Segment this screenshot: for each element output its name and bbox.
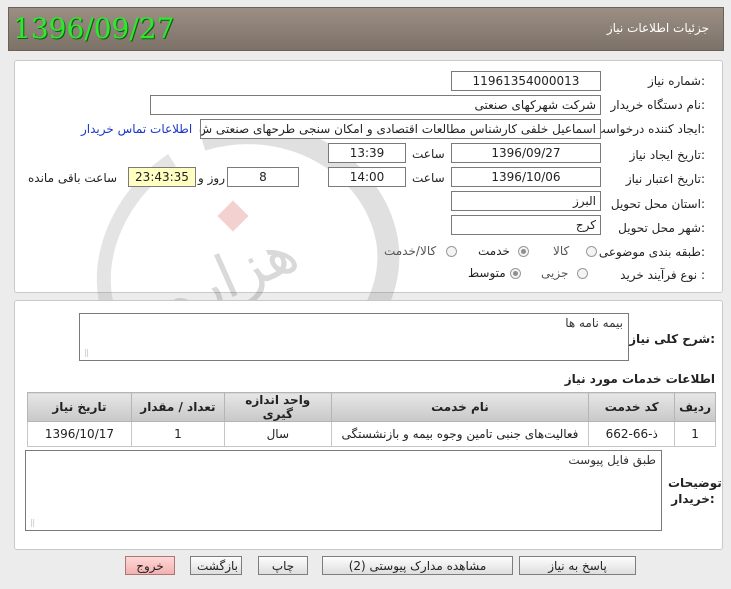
buyer-notes-textarea[interactable]: طبق فایل پیوست [25,450,662,531]
description-textarea[interactable]: بیمه نامه ها [79,313,629,361]
back-button[interactable]: بازگشت [190,556,242,575]
description-label: شرح کلی نیاز: [629,332,715,346]
process-minor-label: جزیی [541,266,569,280]
date-stamp: 1396/09/27 [13,12,175,45]
city-label: شهر محل تحویل: [618,221,705,235]
cell-qty: 1 [130,421,225,447]
print-button[interactable]: چاپ [258,556,308,575]
view-attachments-button[interactable]: مشاهده مدارک پیوستی (2) [322,556,513,575]
validity-time-field[interactable]: 14:00 [328,167,406,187]
process-medium-label: متوسط [468,266,506,280]
cell-date: 1396/10/17 [27,421,132,447]
cell-code: ذ-66-662 [588,421,676,447]
requester-field[interactable]: اسماعیل خلفی کارشناس مطالعات اقتصادی و ا… [200,119,601,139]
services-title: اطلاعات خدمات مورد نیاز [564,372,715,386]
days-remaining-field[interactable]: 8 [227,167,299,187]
created-time-label: ساعت [412,147,445,161]
buyer-org-field[interactable]: شرکت شهرکهای صنعتی [150,95,601,115]
category-label: طبقه بندی موضوعی: [598,245,705,259]
process-medium-radio[interactable] [510,268,521,279]
buyer-contact-link[interactable]: اطلاعات تماس خریدار [81,122,192,136]
province-label: استان محل تحویل: [610,197,705,211]
created-date-field[interactable]: 1396/09/27 [451,143,601,163]
time-remaining-label: ساعت باقی مانده [28,171,118,185]
created-date-label: تاریخ ایجاد نیاز: [629,148,705,162]
category-goods-service-label: کالا/خدمت [384,244,437,258]
col-code: کد خدمت [588,392,676,422]
col-name: نام خدمت [330,392,590,422]
need-number-field[interactable]: 11961354000013 [451,71,601,91]
days-label: روز و [198,171,225,185]
validity-date-label: تاریخ اعتبار نیاز: [625,172,705,186]
need-number-label: شماره نیاز: [647,74,705,88]
col-unit: واحد اندازه گیری [223,392,332,422]
page-header: جزئیات اطلاعات نیاز 1396/09/27 [8,7,724,51]
time-remaining-field: 23:43:35 [128,167,196,187]
category-goods-radio[interactable] [586,246,597,257]
reply-button[interactable]: پاسخ به نیاز [519,556,636,575]
exit-button[interactable]: خروج [125,556,175,575]
buyer-notes-label-text: توضیحات خریدار: [668,476,722,506]
category-service-label: خدمت [478,244,510,258]
created-time-field[interactable]: 13:39 [328,143,406,163]
category-goods-service-radio[interactable] [446,246,457,257]
page-title: جزئیات اطلاعات نیاز [606,21,709,35]
services-table: ردیف کد خدمت نام خدمت واحد اندازه گیری ت… [27,392,716,447]
category-service-radio[interactable] [518,246,529,257]
table-row: 1 ذ-66-662 فعالیت‌های جنبی تامین وجوه بی… [27,421,716,447]
cell-unit: سال [223,421,332,447]
validity-date-field[interactable]: 1396/10/06 [451,167,601,187]
category-goods-label: کالا [553,244,570,258]
buyer-notes-label: توضیحات خریدار: [668,475,722,507]
province-field[interactable]: البرز [451,191,601,211]
requester-label: ایجاد کننده درخواست: [594,122,705,136]
col-qty: تعداد / مقدار [130,392,225,422]
process-minor-radio[interactable] [577,268,588,279]
cell-row: 1 [674,421,716,447]
cell-name: فعالیت‌های جنبی تامین وجوه بیمه و بازنشس… [330,421,590,447]
process-type-label: نوع فرآیند خرید : [620,268,705,282]
buyer-org-label: نام دستگاه خریدار: [610,98,706,112]
col-date: تاریخ نیاز [27,392,132,422]
validity-time-label: ساعت [412,171,445,185]
city-field[interactable]: کرج [451,215,601,235]
col-row: ردیف [674,392,716,422]
resize-grip-icon: ⣿ [30,519,35,527]
